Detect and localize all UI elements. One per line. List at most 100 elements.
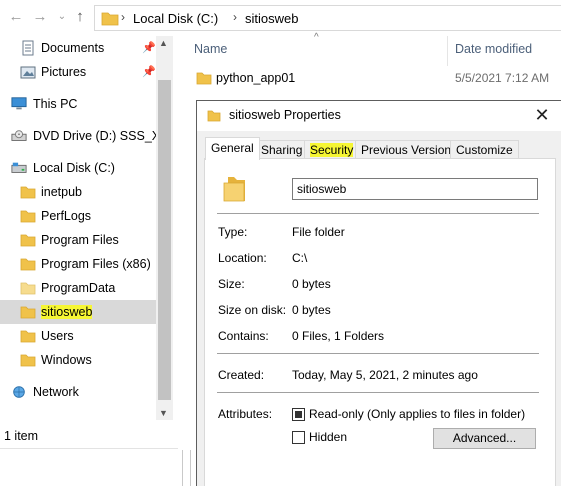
nav-item-label: Windows (41, 353, 92, 367)
nav-item-program-files-x86[interactable]: Program Files (x86) (0, 252, 158, 276)
nav-item-sitiosweb[interactable]: sitiosweb (0, 300, 158, 324)
folder-icon (196, 72, 212, 85)
properties-dialog: sitiosweb Properties ✕ General Sharing S… (196, 100, 561, 486)
pin-icon: 📌 (142, 42, 156, 54)
folder-icon (20, 306, 36, 319)
size-value: 0 bytes (292, 277, 331, 291)
breadcrumb-sitiosweb[interactable]: sitiosweb (245, 11, 298, 26)
hidden-checkbox[interactable] (292, 431, 305, 444)
sort-ascending-icon: ^ (314, 32, 319, 43)
folder-icon (20, 234, 36, 247)
forward-arrow-icon[interactable]: → (30, 7, 50, 27)
tab-customize[interactable]: Customize (450, 140, 519, 159)
address-field[interactable]: › Local Disk (C:) › sitiosweb (94, 5, 561, 31)
folder-icon (20, 258, 36, 271)
dialog-title: sitiosweb Properties (229, 108, 341, 122)
back-arrow-icon[interactable]: ← (6, 7, 26, 27)
readonly-label: Read-only (Only applies to files in fold… (309, 407, 526, 421)
file-name: python_app01 (216, 71, 296, 85)
address-bar: ← → ⌄ ↑ › Local Disk (C:) › sitiosweb (0, 0, 561, 36)
tab-general[interactable]: General (205, 137, 260, 160)
contains-value: 0 Files, 1 Folders (292, 329, 385, 343)
nav-item-pictures[interactable]: Pictures 📌 (0, 60, 158, 84)
breadcrumb-chevron-icon: › (233, 10, 237, 24)
tab-sharing[interactable]: Sharing (255, 140, 309, 159)
nav-item-label: Pictures (41, 65, 87, 79)
dvd-drive-icon (11, 130, 27, 141)
dialog-titlebar[interactable]: sitiosweb Properties ✕ (197, 101, 561, 131)
type-label: Type: (218, 225, 248, 239)
attributes-label: Attributes: (218, 407, 273, 421)
size-on-disk-label: Size on disk: (218, 303, 287, 317)
nav-item-label: DVD Drive (D:) SSS_X64F (33, 129, 158, 143)
scroll-up-arrow-icon[interactable]: ▲ (159, 38, 168, 48)
advanced-button[interactable]: Advanced... (433, 428, 536, 449)
navigation-pane: Documents 📌 Pictures 📌 This PC DVD Drive… (0, 36, 158, 420)
tab-label: Customize (456, 143, 513, 157)
folder-icon (207, 110, 221, 122)
tab-previous-versions[interactable]: Previous Versions (355, 140, 464, 159)
size-label: Size: (218, 277, 245, 291)
nav-item-label: Local Disk (C:) (33, 161, 115, 175)
readonly-checkbox[interactable] (292, 408, 305, 421)
created-value: Today, May 5, 2021, 2 minutes ago (292, 368, 478, 382)
folder-icon (101, 12, 119, 26)
folder-icon (20, 210, 36, 223)
created-label: Created: (218, 368, 265, 382)
column-header-date-modified[interactable]: Date modified (455, 42, 532, 56)
type-value: File folder (292, 225, 345, 239)
tab-label: Previous Versions (361, 143, 458, 157)
tab-security[interactable]: Security (304, 140, 360, 159)
folder-icon (20, 186, 36, 199)
chevron-down-icon[interactable]: ⌄ (52, 7, 72, 27)
divider (217, 213, 539, 214)
divider (182, 450, 188, 486)
breadcrumb-chevron-icon: › (121, 10, 125, 24)
item-count: 1 item (4, 429, 39, 443)
nav-item-label: ProgramData (41, 281, 116, 295)
location-value: C:\ (292, 251, 308, 265)
up-arrow-icon[interactable]: ↑ (70, 7, 90, 27)
nav-item-label: PerfLogs (41, 209, 92, 223)
folder-icon (20, 330, 36, 343)
general-tab-panel: sitiosweb Type: File folder Location: C:… (204, 158, 556, 486)
folder-icon (20, 354, 36, 367)
nav-item-label: sitiosweb (41, 305, 93, 319)
nav-item-documents[interactable]: Documents 📌 (0, 36, 158, 60)
tab-label: Security (310, 143, 354, 157)
location-label: Location: (218, 251, 267, 265)
breadcrumb-local-disk[interactable]: Local Disk (C:) (133, 11, 218, 26)
nav-scrollbar[interactable]: ▲ ▼ (156, 36, 173, 420)
folder-icon (223, 177, 245, 202)
scrollbar-thumb[interactable] (158, 80, 171, 400)
network-icon (13, 386, 25, 398)
tab-label: Sharing (261, 143, 303, 157)
column-header-name[interactable]: Name (194, 42, 227, 56)
folder-name-input[interactable]: sitiosweb (292, 178, 538, 200)
nav-item-perflogs[interactable]: PerfLogs (0, 204, 158, 228)
scroll-down-arrow-icon[interactable]: ▼ (159, 408, 168, 418)
documents-icon (22, 40, 34, 56)
nav-item-users[interactable]: Users (0, 324, 158, 348)
close-icon[interactable]: ✕ (531, 104, 553, 126)
nav-item-inetpub[interactable]: inetpub (0, 180, 158, 204)
folder-icon (20, 282, 36, 295)
nav-item-program-files[interactable]: Program Files (0, 228, 158, 252)
nav-item-local-disk[interactable]: Local Disk (C:) (0, 156, 158, 180)
nav-item-programdata[interactable]: ProgramData (0, 276, 158, 300)
tab-strip: General Sharing Security Previous Versio… (205, 137, 557, 160)
pin-icon: 📌 (142, 66, 156, 78)
nav-item-network[interactable]: Network (0, 380, 158, 404)
divider (217, 353, 539, 354)
contains-label: Contains: (218, 329, 269, 343)
nav-item-label: This PC (33, 97, 78, 111)
column-separator[interactable] (447, 36, 448, 66)
nav-item-dvd-drive[interactable]: DVD Drive (D:) SSS_X64F (0, 124, 158, 148)
hidden-label: Hidden (309, 430, 348, 444)
nav-item-label: Program Files (41, 233, 119, 247)
nav-item-this-pc[interactable]: This PC (0, 92, 158, 116)
nav-item-label: Users (41, 329, 74, 343)
nav-item-windows[interactable]: Windows (0, 348, 158, 372)
size-on-disk-value: 0 bytes (292, 303, 331, 317)
file-row[interactable]: python_app01 5/5/2021 7:12 AM (192, 66, 561, 90)
